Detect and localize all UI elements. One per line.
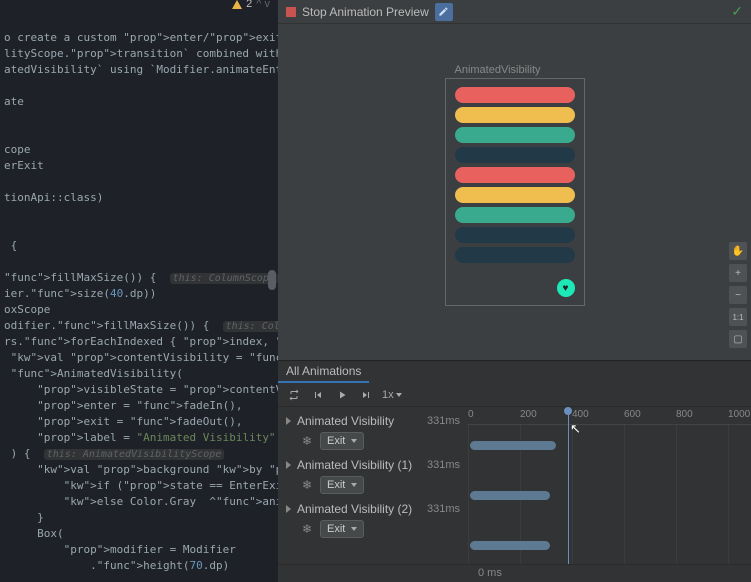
zoom-out-button[interactable]: − [729, 286, 747, 304]
gridline [728, 425, 729, 564]
preview-bar [455, 147, 575, 163]
animation-controls: 1x [278, 383, 751, 407]
code-block[interactable]: o create a custom "prop">enter/"prop">ex… [0, 8, 278, 574]
playhead[interactable] [568, 407, 569, 564]
animation-panel: All Animations 1x Animated Visibility 33… [278, 360, 751, 582]
animation-tab[interactable]: All Animations [278, 361, 369, 383]
pan-tool-button[interactable]: ✋ [729, 242, 747, 260]
skip-start-button[interactable] [310, 387, 326, 403]
timeline-bar[interactable] [470, 491, 550, 500]
warning-icon[interactable] [232, 0, 242, 9]
chevron-right-icon [286, 417, 291, 425]
skip-end-button[interactable] [358, 387, 374, 403]
component-label: AnimatedVisibility [455, 64, 541, 76]
ruler-tick: 800 [676, 409, 693, 420]
chevron-right-icon [286, 505, 291, 513]
loop-button[interactable] [286, 387, 302, 403]
freeze-icon[interactable]: ❄ [300, 522, 314, 536]
chevron-down-icon [396, 393, 402, 397]
scrollbar-thumb[interactable] [268, 270, 276, 290]
state-dropdown[interactable]: Exit [320, 432, 364, 450]
preview-bar [455, 127, 575, 143]
freeze-icon[interactable]: ❄ [300, 434, 314, 448]
track-name: Animated Visibility [297, 414, 394, 428]
code-editor-pane: 2 ^ v o create a custom "prop">enter/"pr… [0, 0, 278, 582]
zoom-fit-button[interactable]: ▢ [729, 330, 747, 348]
timeline-footer-time: 0 ms [278, 564, 751, 582]
ruler-tick: 0 [468, 409, 474, 420]
freeze-icon[interactable]: ❄ [300, 478, 314, 492]
gridline [676, 425, 677, 564]
stop-icon[interactable] [286, 7, 296, 17]
preview-bar [455, 227, 575, 243]
zoom-in-button[interactable]: + [729, 264, 747, 282]
gridline [468, 425, 469, 564]
track-duration: 331ms [427, 415, 460, 427]
timeline-grid[interactable]: 0 200 400 600 800 1000 ↖ [468, 407, 751, 564]
state-dropdown[interactable]: Exit [320, 476, 364, 494]
timeline-bar[interactable] [470, 541, 550, 550]
fab-heart-icon[interactable]: ♥ [557, 279, 575, 297]
warning-count: 2 [246, 0, 252, 10]
preview-device: ♥ [445, 78, 585, 306]
zoom-reset-button[interactable]: 1:1 [729, 308, 747, 326]
track-name: Animated Visibility (1) [297, 458, 412, 472]
chevron-right-icon [286, 461, 291, 469]
refresh-button[interactable] [435, 3, 453, 21]
track-name: Animated Visibility (2) [297, 502, 412, 516]
gridline [624, 425, 625, 564]
timeline-bar[interactable] [470, 441, 556, 450]
ruler-tick: 1000 [728, 409, 750, 420]
ruler-tick: 600 [624, 409, 641, 420]
preview-bar [455, 207, 575, 223]
preview-canvas: AnimatedVisibility ♥ ✋ + − 1:1 ▢ [278, 24, 751, 360]
state-dropdown[interactable]: Exit [320, 520, 364, 538]
track-header[interactable]: Animated Visibility (1) 331ms [286, 455, 460, 475]
cursor-icon: ↖ [570, 421, 581, 437]
preview-bar [455, 87, 575, 103]
speed-dropdown[interactable]: 1x [382, 389, 402, 401]
preview-bar [455, 167, 575, 183]
track-header[interactable]: Animated Visibility (2) 331ms [286, 499, 460, 519]
play-button[interactable] [334, 387, 350, 403]
gridline [572, 425, 573, 564]
canvas-tools: ✋ + − 1:1 ▢ [729, 242, 747, 348]
track-labels: Animated Visibility 331ms ❄ Exit Animate… [278, 407, 468, 564]
track-header[interactable]: Animated Visibility 331ms [286, 411, 460, 431]
ruler-tick: 200 [520, 409, 537, 420]
track-duration: 331ms [427, 503, 460, 515]
preview-title: Stop Animation Preview [302, 5, 429, 19]
preview-bar [455, 247, 575, 263]
ruler-tick: 400 [572, 409, 589, 420]
check-icon: ✓ [731, 3, 743, 20]
timeline-ruler[interactable]: 0 200 400 600 800 1000 [468, 407, 751, 425]
track-duration: 331ms [427, 459, 460, 471]
preview-bar [455, 187, 575, 203]
preview-bar [455, 107, 575, 123]
preview-toolbar: Stop Animation Preview ✓ [278, 0, 751, 24]
